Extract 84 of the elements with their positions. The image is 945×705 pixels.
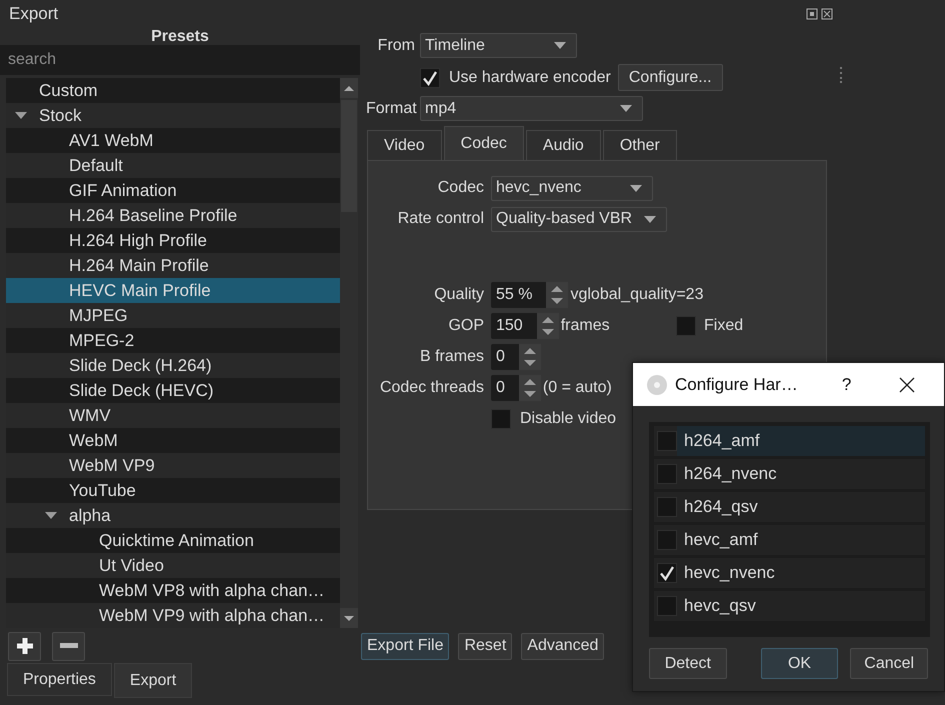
add-button[interactable] (8, 632, 41, 660)
list-item[interactable]: h264_qsv (654, 492, 925, 522)
tree-item[interactable]: Quicktime Animation (6, 528, 340, 553)
tab[interactable]: Properties (7, 663, 112, 696)
checkbox[interactable] (420, 68, 440, 88)
minus-icon (60, 643, 78, 649)
dialog-button[interactable]: Cancel (850, 648, 928, 679)
tree-item[interactable]: MPEG-2 (6, 328, 340, 353)
checkbox[interactable] (657, 530, 677, 550)
unit-label: (0 = auto) (542, 379, 612, 397)
checkbox-label: Disable video (520, 410, 616, 428)
grip-icon (840, 67, 843, 83)
tree-item[interactable]: Custom (6, 78, 340, 103)
tab[interactable]: Other (602, 130, 677, 160)
checkbox[interactable] (657, 563, 677, 583)
tree-item[interactable]: AV1 WebM (6, 128, 340, 153)
spin-field[interactable]: 55 % (491, 282, 568, 308)
unit-label: frames (560, 317, 610, 335)
dropdown[interactable]: hevc_nvenc (491, 176, 653, 200)
close-icon[interactable] (899, 376, 916, 392)
tree-item[interactable]: WebM VP8 with alpha chan… (6, 578, 340, 603)
field-label: Codec (438, 179, 484, 197)
field-label: GOP (448, 317, 484, 335)
field-label: Codec threads (380, 379, 484, 397)
checkbox-label: Fixed (704, 317, 744, 335)
source-dropdown[interactable]: Timeline (420, 33, 577, 58)
spin-field[interactable]: 150 (491, 313, 559, 339)
window-title: Export (9, 4, 58, 24)
field-label: From (376, 36, 415, 54)
tree-item[interactable]: WebM (6, 428, 340, 453)
float-icon[interactable] (806, 8, 818, 20)
search-field[interactable]: search (0, 45, 360, 75)
spin-field[interactable]: 0 (491, 375, 541, 401)
checkbox[interactable] (676, 316, 696, 336)
field-label: B frames (420, 348, 484, 366)
list-item[interactable]: hevc_amf (654, 525, 925, 555)
unit-label: vglobal_quality=23 (570, 286, 704, 304)
action-button[interactable]: Advanced (521, 632, 604, 660)
action-button[interactable]: Reset (458, 632, 512, 660)
field-label: Format (366, 100, 415, 118)
tab[interactable]: Codec (444, 126, 524, 160)
tree-item[interactable]: Slide Deck (HEVC) (6, 378, 340, 403)
stepper-icon (518, 344, 541, 370)
stepper-icon (536, 313, 559, 339)
disc-icon (647, 374, 667, 394)
remove-button[interactable] (52, 632, 85, 660)
dialog-button[interactable]: Detect (649, 648, 727, 679)
tree-item[interactable]: HEVC Main Profile (6, 278, 340, 303)
action-button[interactable]: Export File (361, 632, 450, 660)
list-item[interactable]: h264_amf (654, 426, 925, 456)
tab[interactable]: Audio (526, 130, 601, 160)
scrollbar-thumb[interactable] (341, 100, 357, 212)
close-icon[interactable] (821, 8, 833, 20)
configure-button[interactable]: Configure... (618, 64, 723, 91)
checkbox-label: Use hardware encoder (449, 68, 611, 86)
checkbox[interactable] (657, 431, 677, 451)
checkbox[interactable] (491, 409, 511, 429)
list-item[interactable]: hevc_nvenc (654, 558, 925, 588)
caret-icon (630, 184, 642, 192)
tree-item[interactable]: H.264 High Profile (6, 228, 340, 253)
tree-item[interactable]: GIF Animation (6, 178, 340, 203)
caret-icon (554, 42, 566, 49)
checkbox[interactable] (657, 596, 677, 616)
field-label: Rate control (398, 210, 484, 228)
list-item[interactable]: h264_nvenc (654, 459, 925, 489)
dropdown[interactable]: Quality-based VBR (491, 206, 668, 232)
dialog-button[interactable]: OK (760, 648, 838, 679)
tab[interactable]: Video (367, 130, 442, 160)
stepper-icon (518, 375, 541, 401)
help-button[interactable]: ? (842, 374, 852, 394)
tree-item[interactable]: YouTube (6, 478, 340, 503)
panel-title: Presets (151, 28, 209, 45)
tab[interactable]: Export (114, 663, 192, 698)
caret-icon (644, 216, 656, 222)
format-dropdown[interactable]: mp4 (420, 96, 643, 121)
list-item[interactable]: hevc_qsv (654, 591, 925, 621)
checkbox[interactable] (657, 464, 677, 484)
checkbox[interactable] (657, 497, 677, 517)
stepper-icon (546, 282, 568, 308)
field-label: Quality (434, 286, 484, 304)
caret-icon (620, 105, 632, 112)
plus-icon (16, 637, 34, 655)
dialog-title: Configure Har… (675, 374, 798, 394)
spin-field[interactable]: 0 (491, 344, 541, 370)
